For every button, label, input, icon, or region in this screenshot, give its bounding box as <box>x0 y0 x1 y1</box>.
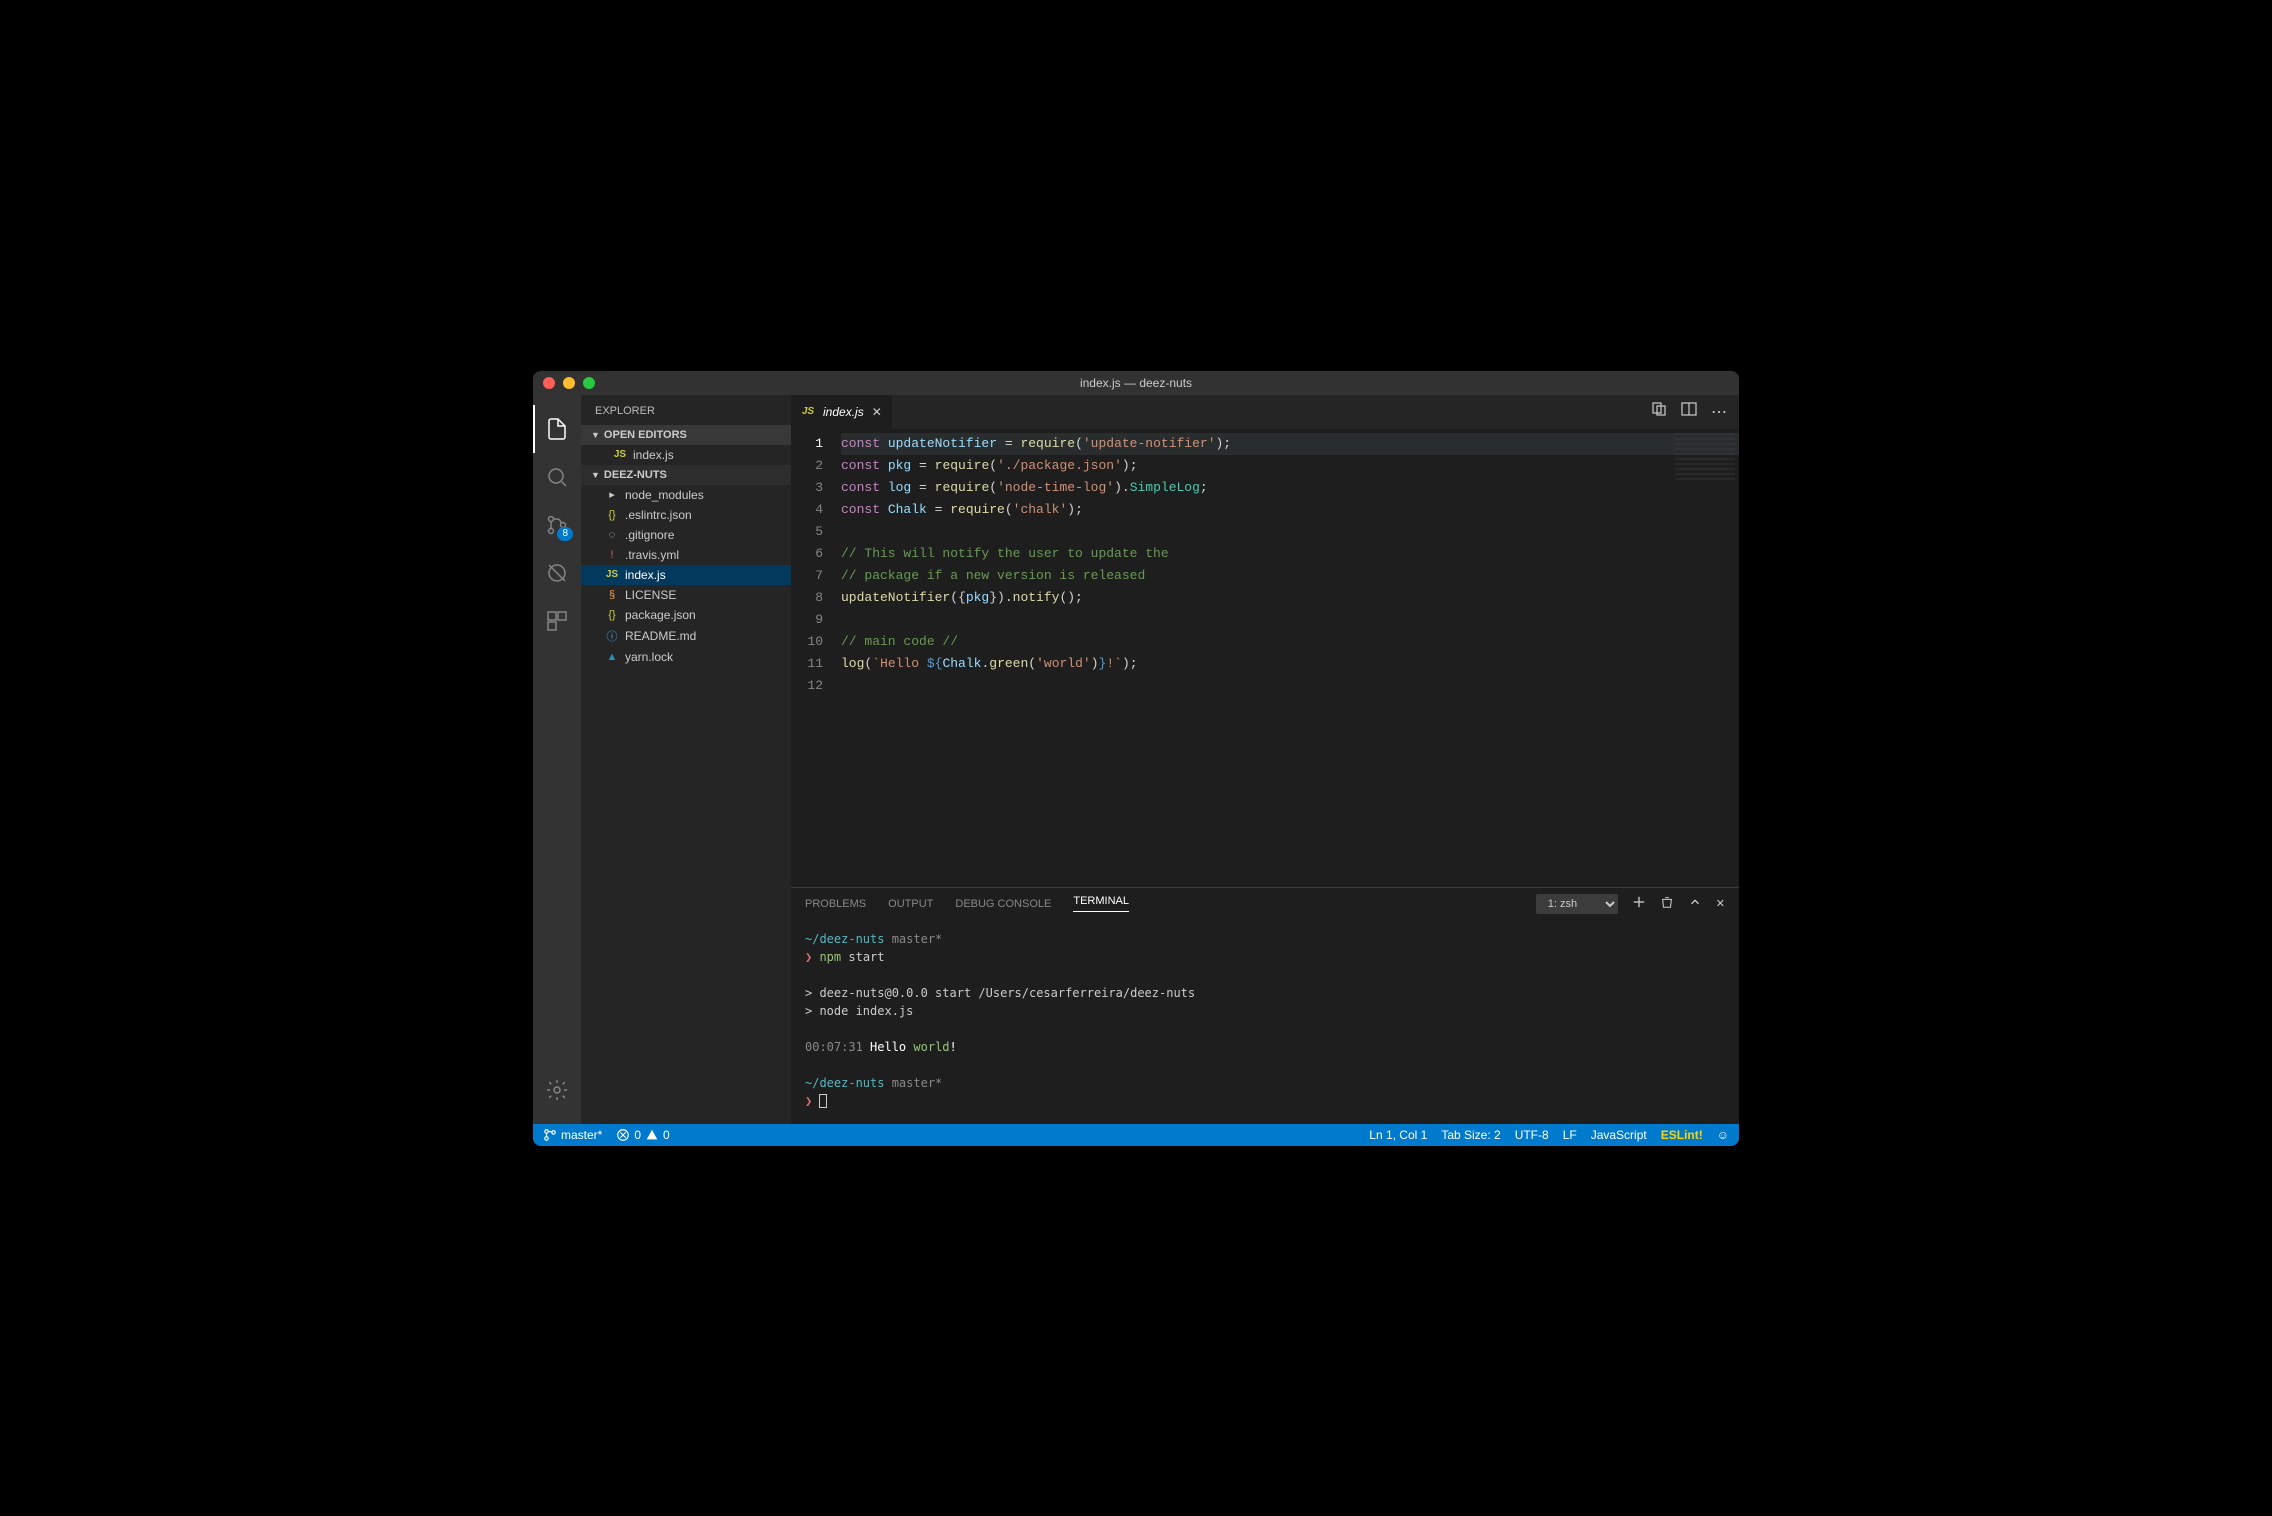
tab-label: index.js <box>823 405 864 419</box>
open-editor-item[interactable]: JSindex.js <box>581 445 791 465</box>
scm-activity[interactable]: 8 <box>533 501 581 549</box>
folder-header[interactable]: ▼ DEEZ-NUTS <box>581 465 791 485</box>
code-content[interactable]: const updateNotifier = require('update-n… <box>841 429 1739 887</box>
file-tree-item[interactable]: ▲yarn.lock <box>581 647 791 667</box>
titlebar: index.js — deez-nuts <box>533 371 1739 395</box>
debug-activity[interactable] <box>533 549 581 597</box>
editor-tabs: JS index.js ✕ ⋯ <box>791 395 1739 429</box>
terminal-select[interactable]: 1: zsh <box>1536 894 1618 914</box>
panel-tabs: PROBLEMS OUTPUT DEBUG CONSOLE TERMINAL 1: z… <box>791 888 1739 920</box>
find-references-icon[interactable] <box>1651 401 1667 422</box>
kill-terminal-icon[interactable] <box>1660 895 1674 912</box>
close-tab-icon[interactable]: ✕ <box>872 405 882 419</box>
editor-group: JS index.js ✕ ⋯ 123456789101112 const up… <box>791 395 1739 1124</box>
minimize-window-button[interactable] <box>563 377 575 389</box>
search-activity[interactable] <box>533 453 581 501</box>
panel-toolbar: 1: zsh ✕ <box>1536 894 1725 914</box>
file-tree-item[interactable]: {}package.json <box>581 605 791 625</box>
status-problems[interactable]: 0 0 <box>616 1128 669 1142</box>
split-editor-icon[interactable] <box>1681 401 1697 422</box>
search-icon <box>545 465 569 489</box>
maximize-window-button[interactable] <box>583 377 595 389</box>
open-editors-header[interactable]: ▼ OPEN EDITORS <box>581 425 791 445</box>
file-tree-item[interactable]: {}.eslintrc.json <box>581 505 791 525</box>
folder-tree: ▸node_modules{}.eslintrc.json◌.gitignore… <box>581 485 791 667</box>
scm-badge: 8 <box>557 527 573 541</box>
code-editor[interactable]: 123456789101112 const updateNotifier = r… <box>791 429 1739 887</box>
file-tree-item[interactable]: ▸node_modules <box>581 485 791 505</box>
file-tree-item[interactable]: ⓘREADME.md <box>581 625 791 647</box>
error-icon <box>616 1128 630 1142</box>
settings-activity[interactable] <box>533 1066 581 1114</box>
open-editors-list: JSindex.js <box>581 445 791 465</box>
status-cursor-position[interactable]: Ln 1, Col 1 <box>1369 1128 1427 1142</box>
terminal-output[interactable]: ~/deez-nuts master*❯ npm start > deez-nu… <box>791 920 1739 1124</box>
panel-tab-problems[interactable]: PROBLEMS <box>805 898 866 910</box>
status-eol[interactable]: LF <box>1563 1128 1577 1142</box>
vscode-window: index.js — deez-nuts 8 <box>533 371 1739 1146</box>
editor-actions: ⋯ <box>1651 395 1739 429</box>
bottom-panel: PROBLEMS OUTPUT DEBUG CONSOLE TERMINAL 1: z… <box>791 887 1739 1124</box>
explorer-sidebar: EXPLORER ▼ OPEN EDITORS JSindex.js ▼ DEE… <box>581 395 791 1124</box>
tab-index-js[interactable]: JS index.js ✕ <box>791 395 893 429</box>
file-tree-item[interactable]: ◌.gitignore <box>581 525 791 545</box>
js-file-icon: JS <box>801 406 815 417</box>
status-tabsize[interactable]: Tab Size: 2 <box>1441 1128 1500 1142</box>
bug-icon <box>545 561 569 585</box>
close-window-button[interactable] <box>543 377 555 389</box>
status-branch[interactable]: master* <box>543 1128 602 1142</box>
panel-tab-output[interactable]: OUTPUT <box>888 898 933 910</box>
chevron-down-icon: ▼ <box>591 430 600 440</box>
files-icon <box>545 417 569 441</box>
minimap[interactable] <box>1675 433 1735 483</box>
panel-tab-terminal[interactable]: TERMINAL <box>1073 895 1129 912</box>
extensions-activity[interactable] <box>533 597 581 645</box>
chevron-down-icon: ▼ <box>591 470 600 480</box>
status-language[interactable]: JavaScript <box>1591 1128 1647 1142</box>
status-encoding[interactable]: UTF-8 <box>1515 1128 1549 1142</box>
window-controls <box>543 377 595 389</box>
new-terminal-icon[interactable] <box>1632 895 1646 912</box>
activity-bar: 8 <box>533 395 581 1124</box>
status-eslint[interactable]: ESLint! <box>1661 1128 1703 1142</box>
maximize-panel-icon[interactable] <box>1688 895 1702 912</box>
sidebar-title: EXPLORER <box>581 395 791 425</box>
explorer-activity[interactable] <box>533 405 581 453</box>
branch-icon <box>543 1128 557 1142</box>
file-tree-item[interactable]: !.travis.yml <box>581 545 791 565</box>
window-title: index.js — deez-nuts <box>1080 376 1192 390</box>
file-tree-item[interactable]: JSindex.js <box>581 565 791 585</box>
warning-icon <box>645 1128 659 1142</box>
line-gutter: 123456789101112 <box>791 429 841 887</box>
gear-icon <box>545 1078 569 1102</box>
more-actions-icon[interactable]: ⋯ <box>1711 402 1727 422</box>
feedback-icon[interactable]: ☺ <box>1717 1128 1729 1142</box>
file-tree-item[interactable]: §LICENSE <box>581 585 791 605</box>
extensions-icon <box>545 609 569 633</box>
status-bar: master* 0 0 Ln 1, Col 1 Tab Size: 2 UTF-… <box>533 1124 1739 1146</box>
close-panel-icon[interactable]: ✕ <box>1716 897 1725 910</box>
panel-tab-debug-console[interactable]: DEBUG CONSOLE <box>955 898 1051 910</box>
